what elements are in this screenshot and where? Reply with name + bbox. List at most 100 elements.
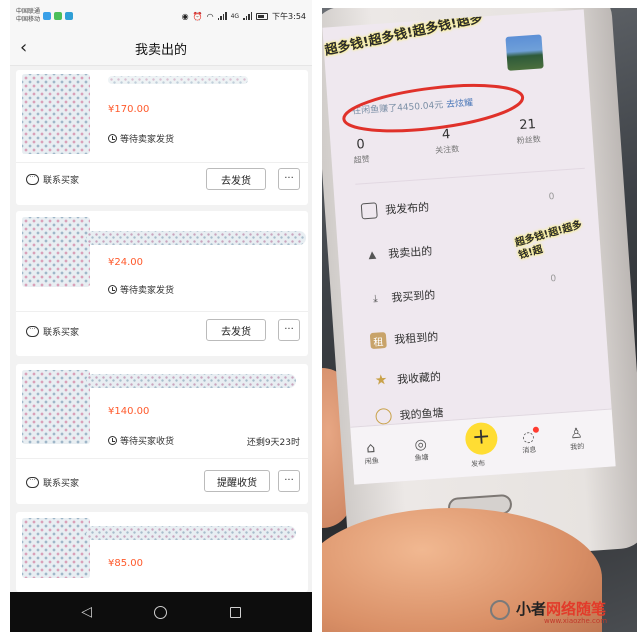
- menu-item-sold[interactable]: ▲ 我卖出的: [364, 243, 433, 264]
- home-circle-icon[interactable]: [154, 605, 168, 619]
- stat-label: 关注数: [434, 144, 460, 156]
- stat-value: 0: [355, 137, 366, 153]
- person-icon: ♙: [569, 425, 584, 443]
- product-title-blurred: [86, 526, 296, 540]
- contact-buyer-link[interactable]: ··· 联系买家: [26, 325, 79, 338]
- tab-mine[interactable]: ♙ 我的: [569, 426, 585, 453]
- watermark-logo-icon: [490, 600, 510, 620]
- product-thumbnail-blurred: [22, 217, 90, 287]
- product-thumbnail-blurred: [22, 74, 90, 154]
- contact-buyer-link[interactable]: ··· 联系买家: [26, 476, 79, 489]
- star-icon: ★: [374, 372, 388, 389]
- signal-2-icon: [243, 12, 253, 20]
- contact-label: 联系买家: [43, 479, 80, 489]
- order-status: 等待卖家发货: [108, 283, 174, 296]
- order-card[interactable]: ¥140.00 等待买家收货 还剩9天23时 ··· 联系买家 提醒收货 ···: [16, 364, 308, 504]
- menu-count: 0: [548, 191, 555, 203]
- contact-label: 联系买家: [43, 328, 80, 338]
- back-triangle-icon[interactable]: ◁: [81, 604, 92, 620]
- publish-label: 发布: [470, 459, 486, 469]
- watermark-name-red: 网络随笔: [546, 600, 607, 618]
- unread-dot: [532, 426, 540, 433]
- signal-icon: [217, 12, 227, 20]
- back-arrow-icon[interactable]: ‹: [20, 38, 27, 58]
- stat-likes: 0 超赞: [352, 137, 370, 166]
- contact-label: 联系买家: [43, 176, 80, 186]
- qq-notification-icon: [65, 12, 74, 20]
- menu-count: 0: [550, 274, 557, 285]
- order-card[interactable]: ¥85.00: [16, 512, 308, 592]
- chat-bubble-icon: ···: [26, 326, 39, 337]
- nav-bar: ‹ 我卖出的: [10, 32, 312, 66]
- stat-label: 粉丝数: [516, 134, 541, 146]
- divider: [16, 162, 308, 163]
- ship-button[interactable]: 去发货: [206, 319, 266, 341]
- watermark-name-prefix: 小者: [516, 600, 547, 618]
- publish-plus-button[interactable]: +: [464, 421, 499, 456]
- tab-yutang[interactable]: ◎ 鱼塘: [413, 436, 429, 463]
- tab-label: 消息: [522, 445, 537, 455]
- menu-label: 我租到的: [393, 330, 439, 347]
- menu-item-rented[interactable]: 租 我租到的: [369, 328, 439, 350]
- tab-xianyu[interactable]: ⌂ 闲鱼: [363, 440, 379, 467]
- stat-value: 21: [518, 117, 537, 134]
- order-price: ¥85.00: [108, 558, 143, 569]
- watermark: 小者网络随笔 www.xiaozhe.com: [490, 596, 630, 626]
- tab-messages[interactable]: ◌ 消息: [521, 429, 537, 456]
- watermark-name: 小者网络随笔: [516, 598, 606, 619]
- wifi-icon: ◠: [206, 11, 214, 21]
- contact-buyer-link[interactable]: ··· 联系买家: [26, 173, 79, 186]
- order-price: ¥140.00: [108, 406, 150, 417]
- menu-label: 我收藏的: [396, 370, 442, 387]
- chat-bubble-icon: ···: [26, 174, 39, 185]
- stat-value: 4: [441, 127, 451, 143]
- page-title: 我卖出的: [134, 43, 187, 58]
- chat-bubble-icon: ···: [26, 477, 39, 488]
- app-notification-icon: [43, 12, 52, 20]
- menu-item-favorites[interactable]: ★ 我收藏的: [373, 368, 442, 389]
- home-icon: ⌂: [365, 440, 376, 457]
- menu-label: 我买到的: [390, 288, 436, 305]
- battery-icon: [256, 12, 269, 20]
- remind-receipt-button[interactable]: 提醒收货: [204, 470, 270, 492]
- more-options-button[interactable]: ···: [278, 168, 300, 190]
- network-type: 4G: [230, 12, 240, 20]
- ship-button[interactable]: 去发货: [206, 168, 266, 190]
- order-status: 等待卖家发货: [108, 132, 174, 145]
- order-price: ¥170.00: [108, 104, 150, 115]
- clock-icon: [108, 134, 117, 143]
- pond-tab-icon: ◎: [414, 436, 428, 454]
- order-card[interactable]: ¥24.00 等待卖家发货 ··· 联系买家 去发货 ···: [16, 211, 308, 356]
- order-status-text: 等待卖家发货: [120, 135, 175, 145]
- document-icon: [360, 202, 378, 220]
- alarm-icon: ⏰: [192, 11, 203, 21]
- avatar: [505, 34, 544, 71]
- carrier-info: 中国联通 中国移动: [16, 8, 40, 24]
- divider: [16, 458, 308, 459]
- composite-image: 中国联通 中国移动 ◉ ⏰ ◠ 4G 下午3:54 ‹ 我卖出的 ¥170.00…: [0, 0, 640, 640]
- divider: [16, 311, 308, 312]
- order-status-text: 等待卖家发货: [120, 286, 175, 296]
- tab-label: 我的: [569, 442, 585, 452]
- recents-square-icon[interactable]: [229, 606, 241, 618]
- product-title-blurred: [108, 76, 248, 84]
- product-thumbnail-blurred: [22, 518, 90, 578]
- menu-label: 我发布的: [384, 200, 430, 217]
- stat-label: 超赞: [353, 154, 370, 165]
- carrier-2: 中国移动: [16, 16, 41, 23]
- menu-item-published[interactable]: 我发布的: [360, 199, 430, 220]
- tab-label: 鱼塘: [414, 453, 429, 463]
- more-options-button[interactable]: ···: [278, 319, 300, 341]
- sold-items-screen: 中国联通 中国移动 ◉ ⏰ ◠ 4G 下午3:54 ‹ 我卖出的 ¥170.00…: [10, 0, 312, 632]
- stat-following: 4 关注数: [434, 127, 460, 157]
- more-options-button[interactable]: ···: [278, 470, 300, 492]
- phone-photo: 在闲鱼赚了4450.04元 去炫耀 0 超赞 4 关注数 21 粉丝数 我发布的…: [322, 8, 637, 632]
- status-bar: 中国联通 中国移动 ◉ ⏰ ◠ 4G 下午3:54: [10, 0, 312, 32]
- order-card[interactable]: ¥170.00 等待卖家发货 ··· 联系买家 去发货 ···: [16, 70, 308, 205]
- product-thumbnail-blurred: [22, 370, 90, 444]
- upload-triangle-icon: ▲: [368, 249, 377, 261]
- menu-item-bought[interactable]: ⤓ 我买到的: [367, 286, 436, 307]
- phone-screen: 在闲鱼赚了4450.04元 去炫耀 0 超赞 4 关注数 21 粉丝数 我发布的…: [322, 9, 616, 485]
- tab-label: 闲鱼: [364, 456, 379, 466]
- order-status-text: 等待买家收货: [120, 437, 175, 447]
